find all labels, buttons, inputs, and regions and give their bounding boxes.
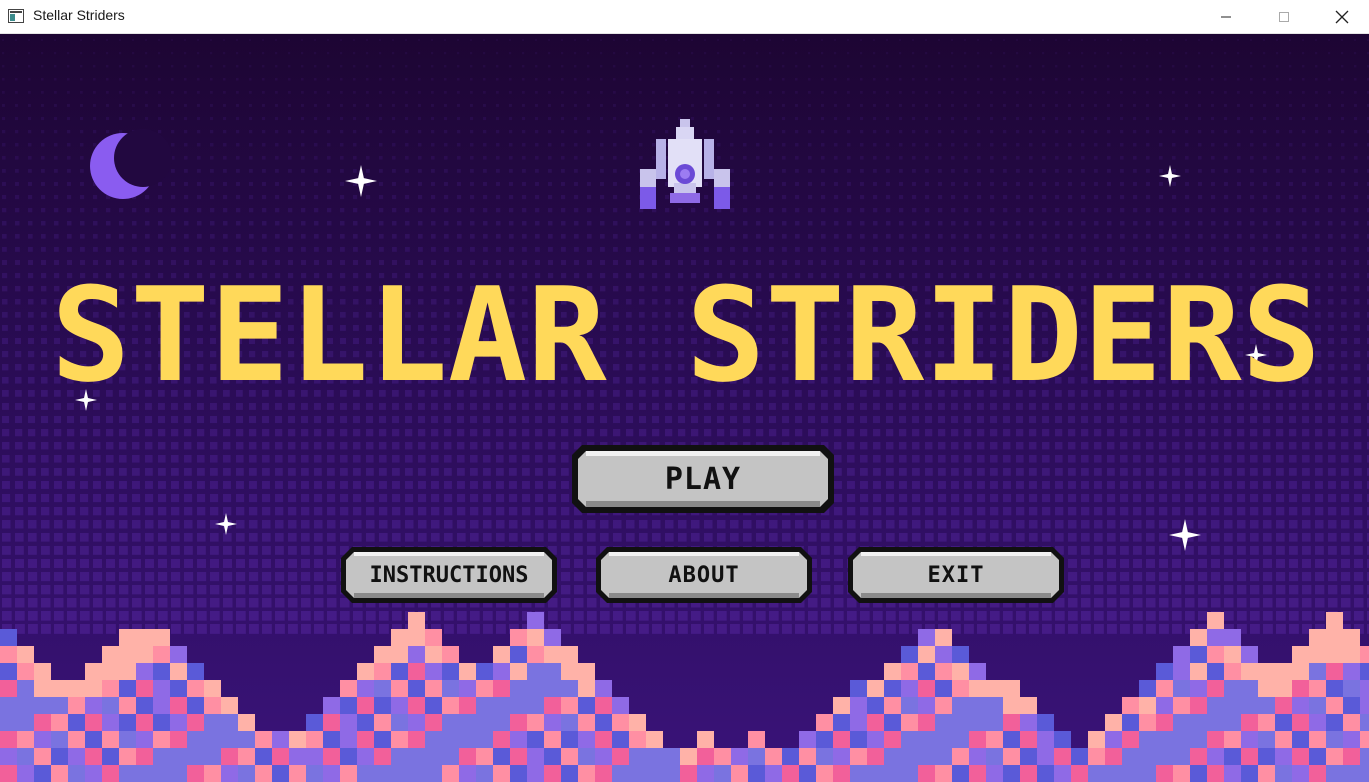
play-button-label: PLAY — [664, 461, 742, 497]
instructions-button-label: INSTRUCTIONS — [369, 562, 529, 588]
window-titlebar: Stellar Striders — [0, 0, 1369, 34]
maximize-button[interactable] — [1255, 0, 1313, 34]
minimize-button[interactable] — [1197, 0, 1255, 34]
game-screen: STELLAR STRIDERS PLAY INSTRUCTIONS ABOUT… — [0, 35, 1369, 782]
maximize-icon — [1279, 12, 1289, 22]
play-button[interactable]: PLAY — [568, 441, 838, 517]
exit-button[interactable]: EXIT — [845, 544, 1067, 606]
minimize-icon — [1221, 16, 1231, 18]
close-icon — [1335, 10, 1349, 24]
exit-button-label: EXIT — [927, 562, 985, 588]
game-background: STELLAR STRIDERS — [0, 35, 1369, 782]
instructions-button[interactable]: INSTRUCTIONS — [338, 544, 560, 606]
about-button[interactable]: ABOUT — [593, 544, 815, 606]
app-icon — [8, 9, 24, 23]
about-button-label: ABOUT — [668, 562, 740, 588]
window-title: Stellar Striders — [33, 7, 125, 23]
close-button[interactable] — [1313, 0, 1369, 34]
game-title: STELLAR STRIDERS — [51, 259, 1321, 411]
